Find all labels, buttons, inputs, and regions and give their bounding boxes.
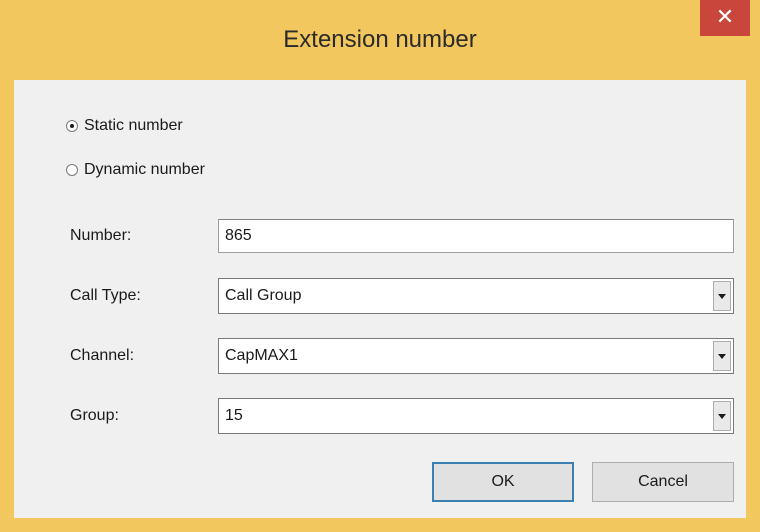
close-button[interactable]: ✕ [700, 0, 750, 36]
ok-button[interactable]: OK [432, 462, 574, 502]
number-field[interactable] [218, 219, 734, 253]
call-type-select[interactable]: Call Group [218, 278, 734, 314]
radio-selected-icon[interactable] [66, 120, 78, 132]
chevron-down-icon[interactable] [713, 401, 731, 431]
static-number-radio[interactable]: Static number [66, 114, 183, 138]
call-type-value: Call Group [225, 287, 302, 304]
number-label: Number: [70, 227, 132, 244]
title-bar[interactable]: Extension number ✕ [0, 0, 760, 80]
chevron-down-icon[interactable] [713, 281, 731, 311]
window-title: Extension number [283, 26, 477, 53]
group-select[interactable]: 15 [218, 398, 734, 434]
group-label: Group: [70, 407, 119, 424]
channel-value: CapMAX1 [225, 347, 298, 364]
static-number-label: Static number [84, 117, 183, 134]
dynamic-number-label: Dynamic number [84, 161, 205, 178]
dialog-window: Extension number ✕ Static number Dynamic… [0, 0, 760, 532]
dialog-body: Static number Dynamic number Number: Cal… [14, 80, 746, 518]
chevron-down-icon[interactable] [713, 341, 731, 371]
group-value: 15 [225, 407, 243, 424]
close-icon: ✕ [715, 4, 735, 29]
call-type-label: Call Type: [70, 287, 141, 304]
channel-select[interactable]: CapMAX1 [218, 338, 734, 374]
radio-unselected-icon[interactable] [66, 164, 78, 176]
channel-label: Channel: [70, 347, 135, 364]
dynamic-number-radio[interactable]: Dynamic number [66, 158, 205, 182]
cancel-button[interactable]: Cancel [592, 462, 734, 502]
